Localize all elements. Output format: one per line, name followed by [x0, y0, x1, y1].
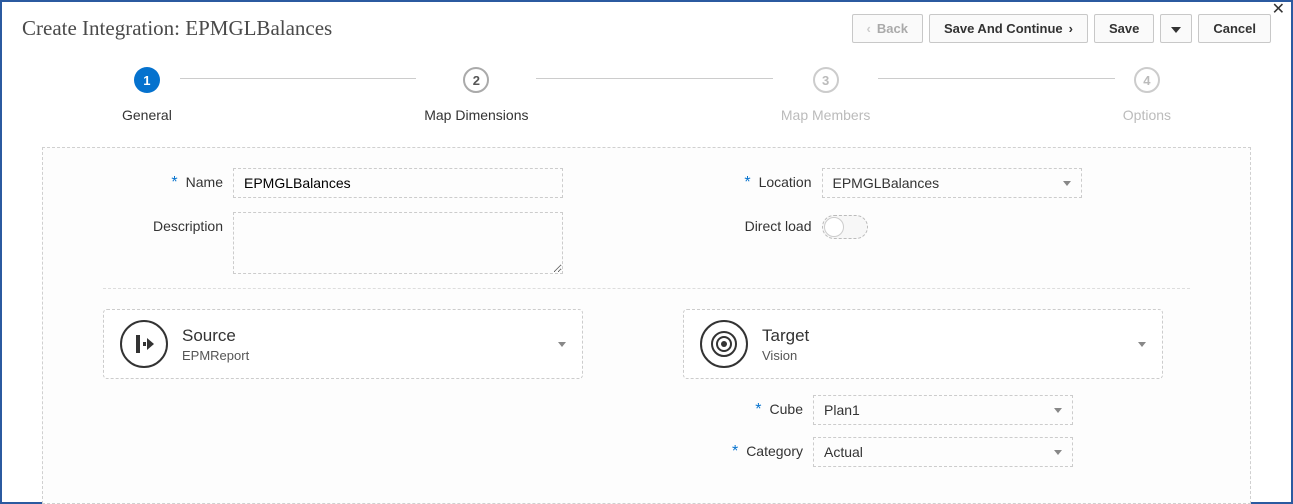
cube-label: *Cube — [683, 401, 813, 419]
step-label-4: Options — [1123, 107, 1171, 123]
step-circle-2: 2 — [463, 67, 489, 93]
category-value: Actual — [824, 444, 863, 460]
cube-field-group: *Cube Plan1 — [683, 395, 1163, 425]
target-card[interactable]: Target Vision — [683, 309, 1163, 379]
main-panel: *Name *Location EPMGLBalances Descriptio… — [42, 147, 1251, 504]
chevron-down-icon — [1054, 408, 1062, 413]
save-dropdown-button[interactable] — [1160, 14, 1192, 43]
back-button[interactable]: ‹ Back — [852, 14, 923, 43]
cancel-label: Cancel — [1213, 21, 1256, 36]
location-select[interactable]: EPMGLBalances — [822, 168, 1082, 198]
source-texts: Source EPMReport — [182, 326, 544, 363]
required-icon: * — [171, 174, 177, 191]
category-field-group: *Category Actual — [683, 437, 1163, 467]
target-icon — [700, 320, 748, 368]
category-select[interactable]: Actual — [813, 437, 1073, 467]
source-target-row: Source EPMReport Target Vision — [103, 309, 1190, 479]
form-row-2: Description Direct load — [103, 212, 1190, 274]
description-input[interactable] — [233, 212, 563, 274]
step-connector — [536, 78, 772, 79]
chevron-down-icon — [1054, 450, 1062, 455]
step-circle-1: 1 — [134, 67, 160, 93]
step-connector — [180, 78, 416, 79]
step-general[interactable]: 1 General — [122, 67, 172, 123]
step-map-dimensions[interactable]: 2 Map Dimensions — [424, 67, 528, 123]
target-title: Target — [762, 326, 1124, 346]
directload-label: Direct load — [692, 212, 822, 234]
chevron-right-icon: › — [1069, 21, 1073, 36]
cube-value: Plan1 — [824, 402, 860, 418]
location-value: EPMGLBalances — [833, 175, 940, 191]
description-field-group: Description — [103, 212, 602, 274]
save-continue-label: Save And Continue — [944, 21, 1063, 36]
target-texts: Target Vision — [762, 326, 1124, 363]
name-label: *Name — [103, 168, 233, 192]
triangle-down-icon — [1171, 27, 1181, 33]
location-field-group: *Location EPMGLBalances — [692, 168, 1191, 198]
chevron-down-icon — [1138, 342, 1146, 347]
step-map-members[interactable]: 3 Map Members — [781, 67, 870, 123]
toggle-knob — [824, 217, 844, 237]
directload-field-group: Direct load — [692, 212, 1191, 239]
chevron-left-icon: ‹ — [867, 21, 871, 36]
description-label: Description — [103, 212, 233, 234]
save-label: Save — [1109, 21, 1139, 36]
save-continue-button[interactable]: Save And Continue › — [929, 14, 1088, 43]
location-label: *Location — [692, 168, 822, 192]
step-circle-3: 3 — [813, 67, 839, 93]
step-connector — [878, 78, 1114, 79]
form-row-1: *Name *Location EPMGLBalances — [103, 168, 1190, 198]
name-field-group: *Name — [103, 168, 602, 198]
step-circle-4: 4 — [1134, 67, 1160, 93]
required-icon: * — [732, 443, 738, 460]
step-label-1: General — [122, 107, 172, 123]
step-label-3: Map Members — [781, 107, 870, 123]
cancel-button[interactable]: Cancel — [1198, 14, 1271, 43]
action-buttons: ‹ Back Save And Continue › Save Cancel — [852, 14, 1271, 43]
cube-select[interactable]: Plan1 — [813, 395, 1073, 425]
source-title: Source — [182, 326, 544, 346]
page-title: Create Integration: EPMGLBalances — [22, 16, 332, 41]
step-label-2: Map Dimensions — [424, 107, 528, 123]
required-icon: * — [755, 401, 761, 418]
chevron-down-icon — [558, 342, 566, 347]
chevron-down-icon — [1063, 181, 1071, 186]
source-value: EPMReport — [182, 348, 544, 363]
target-column: Target Vision *Cube Plan1 — [683, 309, 1163, 479]
category-label: *Category — [683, 443, 813, 461]
required-icon: * — [744, 174, 750, 191]
header: Create Integration: EPMGLBalances ‹ Back… — [2, 2, 1291, 47]
close-icon[interactable]: ✕ — [1272, 2, 1285, 18]
back-label: Back — [877, 21, 908, 36]
step-options[interactable]: 4 Options — [1123, 67, 1171, 123]
directload-toggle[interactable] — [822, 215, 868, 239]
name-input[interactable] — [233, 168, 563, 198]
target-value: Vision — [762, 348, 1124, 363]
target-sub-fields: *Cube Plan1 *Category Actual — [683, 395, 1163, 467]
source-icon — [120, 320, 168, 368]
source-card[interactable]: Source EPMReport — [103, 309, 583, 379]
source-column: Source EPMReport — [103, 309, 583, 379]
separator — [103, 288, 1190, 289]
save-button[interactable]: Save — [1094, 14, 1154, 43]
wizard-stepper: 1 General 2 Map Dimensions 3 Map Members… — [2, 47, 1291, 133]
